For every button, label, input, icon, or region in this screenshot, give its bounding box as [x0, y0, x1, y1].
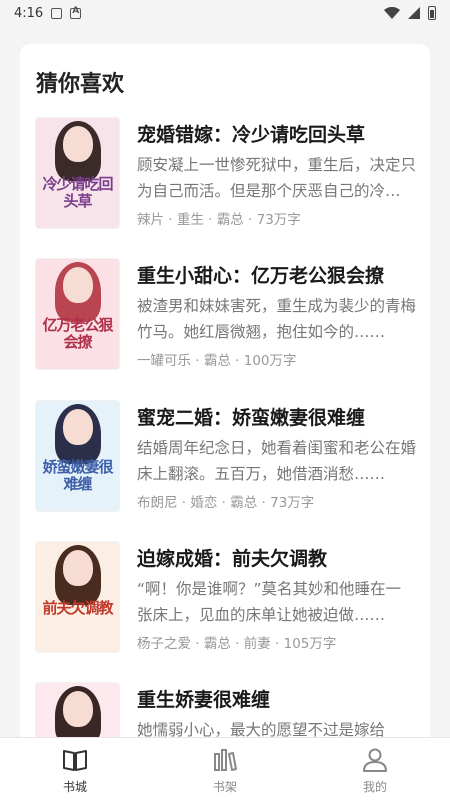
cover-title: 冷少请吃回头草 [42, 175, 113, 210]
cover-title: 娇蛮嫩妻很难缠 [42, 458, 113, 493]
cover-title: 前夫欠调教 [42, 599, 113, 617]
book-title[interactable]: 宠婚错嫁：冷少请吃回头草 [137, 120, 417, 147]
wifi-icon [384, 7, 400, 19]
book-description: 被渣男和妹妹害死，重生成为裴少的青梅竹马。她红唇微翘，抱住如今的…… [137, 297, 416, 341]
book-cover[interactable] [36, 683, 119, 744]
tab-profile[interactable]: 我的 [300, 738, 450, 800]
tab-bookstore[interactable]: 书城 [0, 738, 150, 800]
gallery-notification-icon [51, 7, 63, 19]
book-description: “啊！你是谁啊？”莫名其妙和他睡在一张床上，见血的床单让她被迫做…… [137, 580, 402, 624]
book-cover[interactable]: 亿万老公狠会撩 [36, 259, 119, 369]
book-description: 结婚周年纪念日，她看着闺蜜和老公在婚床上翻滚。五百万，她借酒消愁…… [137, 439, 416, 483]
book-meta: 布朗尼 · 婚恋 · 霸总 · 73万字 [137, 495, 315, 511]
book-cover[interactable]: 冷少请吃回头草 [36, 118, 119, 228]
status-time: 4:16 [14, 5, 44, 21]
user-icon [363, 748, 387, 772]
status-bar: 4:16 [0, 0, 450, 26]
book-open-icon [63, 750, 87, 771]
book-item[interactable]: 亿万老公狠会撩 重生小甜心：亿万老公狠会撩 被渣男和妹妹害死，重生成为裴少的青梅… [36, 259, 416, 371]
book-meta: 辣片 · 重生 · 霸总 · 73万字 [137, 212, 301, 228]
book-item[interactable]: 冷少请吃回头草 宠婚错嫁：冷少请吃回头草 顾安凝上一世惨死狱中，重生后，决定只为… [36, 118, 416, 230]
book-cover[interactable]: 前夫欠调教 [36, 542, 119, 652]
book-title[interactable]: 重生娇妻很难缠 [137, 685, 417, 712]
book-meta: 一罐可乐 · 霸总 · 100万字 [137, 353, 297, 369]
book-item[interactable]: 娇蛮嫩妻很难缠 蜜宠二婚：娇蛮嫩妻很难缠 结婚周年纪念日，她看着闺蜜和老公在婚床… [36, 401, 416, 513]
book-title[interactable]: 蜜宠二婚：娇蛮嫩妻很难缠 [137, 403, 417, 430]
recommendation-card: 猜你喜欢 冷少请吃回头草 宠婚错嫁：冷少请吃回头草 顾安凝上一世惨死狱中，重生后… [20, 44, 430, 744]
tab-label: 书城 [62, 780, 87, 794]
battery-icon [428, 6, 436, 20]
bottom-tab-bar: 书城 书架 我的 [0, 737, 450, 800]
bookshelf-icon [214, 749, 237, 771]
tab-bookshelf[interactable]: 书架 [150, 738, 300, 800]
book-description: 顾安凝上一世惨死狱中，重生后，决定只为自己而活。但是那个厌恶自己的冷少却…… [137, 156, 416, 200]
app-notification-icon [70, 6, 82, 19]
tab-label: 书架 [212, 780, 237, 794]
cover-title: 亿万老公狠会撩 [42, 316, 113, 351]
book-meta: 杨子之爱 · 霸总 · 前妻 · 105万字 [137, 636, 337, 652]
section-title: 猜你喜欢 [36, 72, 125, 97]
book-item[interactable]: 前夫欠调教 迫嫁成婚：前夫欠调教 “啊！你是谁啊？”莫名其妙和他睡在一张床上，见… [36, 542, 416, 654]
book-cover[interactable]: 娇蛮嫩妻很难缠 [36, 401, 119, 511]
cell-signal-icon [408, 7, 420, 19]
book-title[interactable]: 迫嫁成婚：前夫欠调教 [137, 544, 417, 571]
book-item[interactable]: 重生娇妻很难缠 她懦弱小心，最大的愿望不过是嫁给他…… [36, 683, 416, 744]
tab-label: 我的 [362, 780, 387, 794]
book-title[interactable]: 重生小甜心：亿万老公狠会撩 [137, 261, 417, 288]
